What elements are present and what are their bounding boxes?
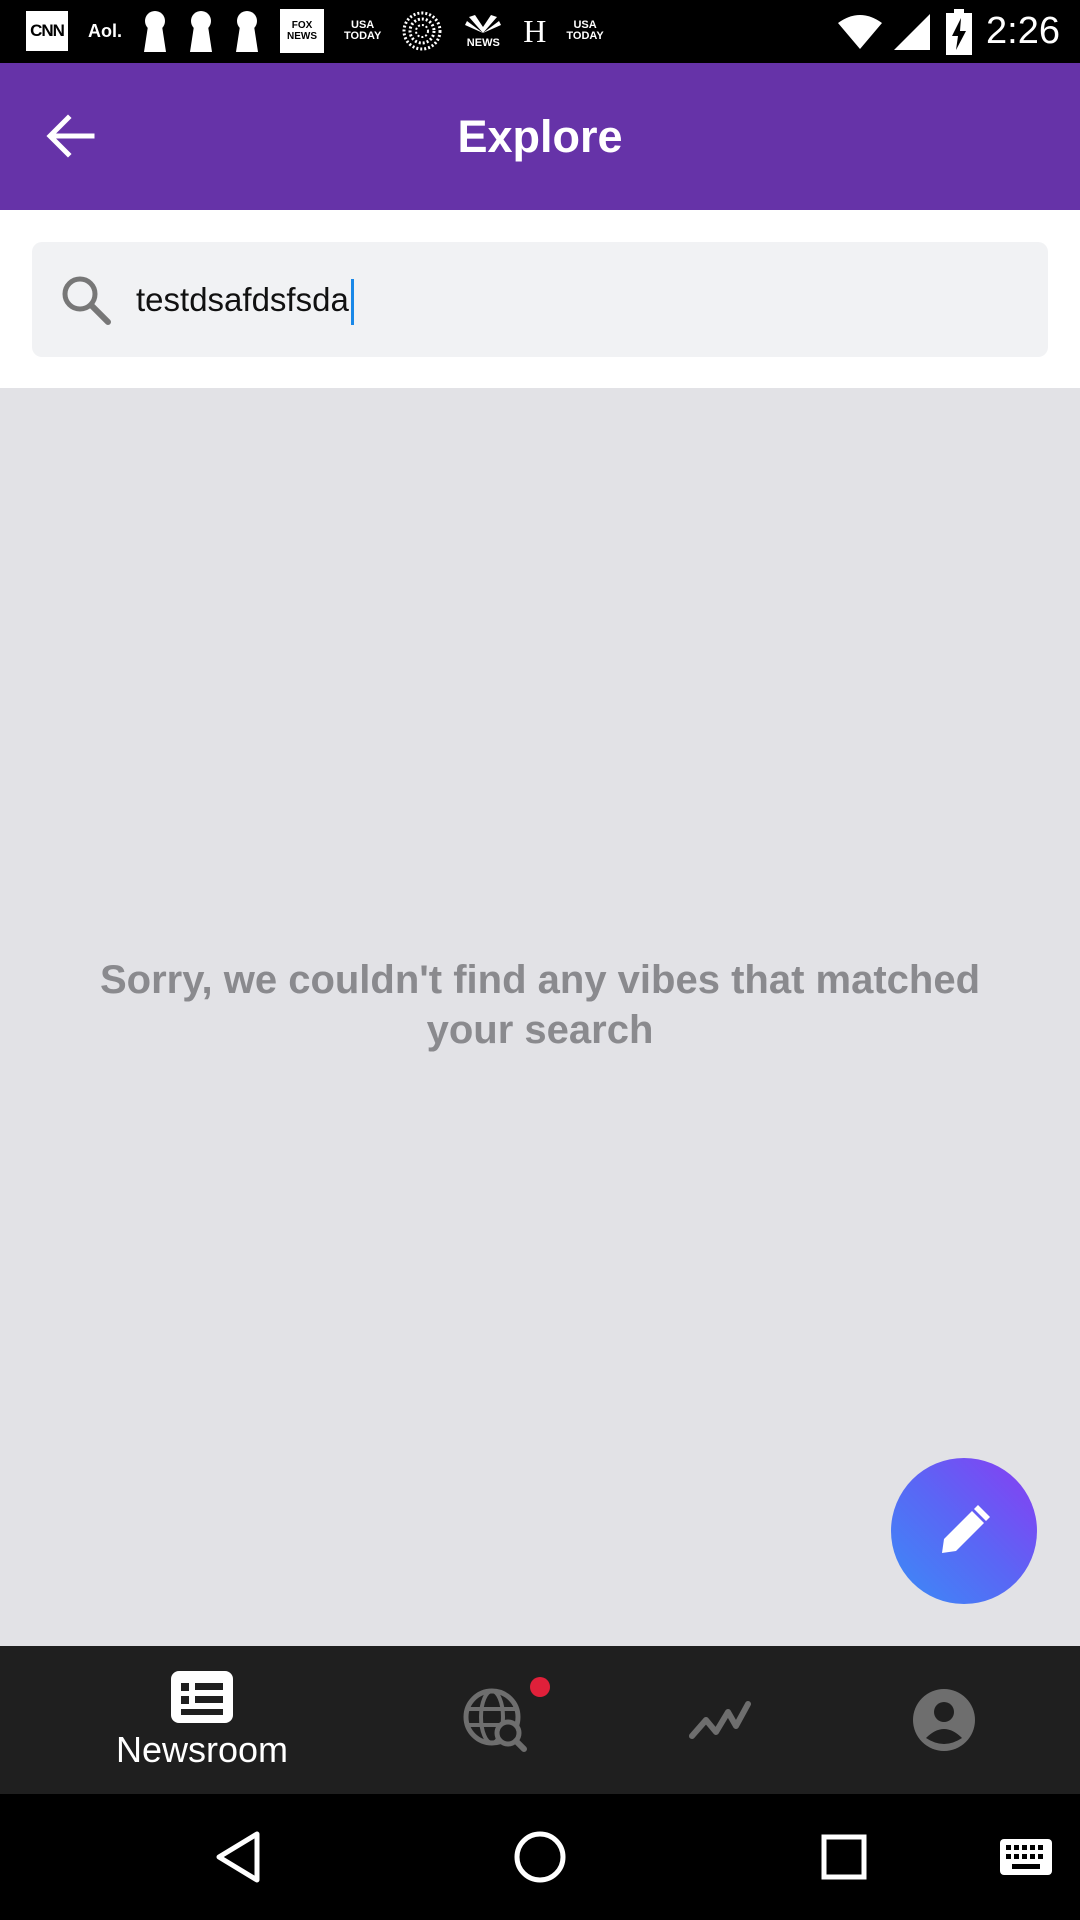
keyhole-icon xyxy=(142,8,168,54)
nav-trending[interactable] xyxy=(660,1646,780,1794)
profile-icon xyxy=(913,1689,975,1751)
usa-today-icon: USA TODAY xyxy=(344,19,382,42)
notification-icons: CNN Aol. FOX NEWS USA TODAY NEWS H USA TODA xyxy=(26,8,624,54)
pencil-icon xyxy=(942,1505,990,1553)
nav-profile[interactable] xyxy=(884,1646,1004,1794)
cellular-signal-icon xyxy=(894,13,931,50)
trending-icon xyxy=(689,1701,751,1739)
usa-today-icon: USA TODAY xyxy=(566,19,604,42)
keyhole-icon xyxy=(234,8,260,54)
notification-badge xyxy=(530,1677,550,1697)
nav-explore[interactable] xyxy=(430,1646,560,1794)
empty-results-message: Sorry, we couldn't find any vibes that m… xyxy=(99,958,981,1052)
system-home-button[interactable] xyxy=(504,1794,576,1920)
keyhole-icon xyxy=(188,8,214,54)
wifi-icon xyxy=(838,14,883,49)
search-box[interactable]: testdsafdsfsda xyxy=(32,242,1048,357)
system-back-button[interactable] xyxy=(200,1794,276,1920)
page-title: Explore xyxy=(457,111,623,162)
results-area: Sorry, we couldn't find any vibes that m… xyxy=(0,388,1080,1646)
battery-charging-icon xyxy=(946,8,973,55)
newsroom-icon xyxy=(171,1671,233,1723)
status-bar: CNN Aol. FOX NEWS USA TODAY NEWS H USA TODA xyxy=(0,0,1080,63)
keyboard-icon xyxy=(1000,1839,1052,1875)
globe-search-icon xyxy=(463,1688,527,1752)
cnn-icon: CNN xyxy=(26,11,68,51)
fox-news-icon: FOX NEWS xyxy=(280,9,324,53)
nav-newsroom[interactable]: Newsroom xyxy=(90,1646,314,1794)
search-input[interactable]: testdsafdsfsda xyxy=(136,272,354,328)
aol-icon: Aol. xyxy=(88,20,122,41)
back-triangle-icon xyxy=(216,1831,260,1883)
search-icon xyxy=(62,276,111,325)
system-keyboard-button[interactable] xyxy=(996,1794,1056,1920)
h-icon: H xyxy=(523,12,547,49)
home-circle-icon xyxy=(514,1831,566,1883)
search-section: testdsafdsfsda xyxy=(0,210,1080,388)
system-nav-bar xyxy=(0,1794,1080,1920)
text-caret xyxy=(350,279,354,326)
status-time: 2:26 xyxy=(986,10,1060,52)
recents-square-icon xyxy=(821,1834,867,1880)
nbc-news-icon: NEWS xyxy=(463,8,503,54)
compose-button[interactable] xyxy=(891,1458,1037,1604)
system-recents-button[interactable] xyxy=(814,1794,874,1920)
ring-logo-icon xyxy=(401,8,443,54)
bottom-nav: Newsroom xyxy=(0,1646,1080,1794)
nav-label-newsroom: Newsroom xyxy=(115,1729,289,1770)
app-bar: Explore xyxy=(0,63,1080,210)
status-right: 2:26 xyxy=(836,0,1060,63)
